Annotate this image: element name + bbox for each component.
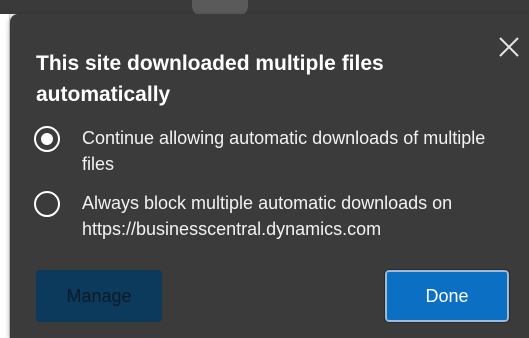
page-edge — [0, 14, 10, 338]
browser-toolbar — [0, 0, 529, 14]
radio-continue-allowing[interactable] — [34, 126, 60, 152]
close-button[interactable] — [494, 32, 524, 62]
manage-button[interactable]: Manage — [36, 270, 162, 322]
option-always-block-label: Always block multiple automatic download… — [82, 193, 453, 239]
radio-always-block[interactable] — [34, 191, 60, 217]
dialog-title: This site downloaded multiple files auto… — [36, 52, 384, 106]
close-icon — [499, 37, 519, 57]
option-continue-allowing-label: Continue allowing automatic downloads of… — [82, 128, 486, 174]
download-permission-dialog: This site downloaded multiple files auto… — [10, 14, 529, 338]
done-button[interactable]: Done — [384, 269, 510, 323]
